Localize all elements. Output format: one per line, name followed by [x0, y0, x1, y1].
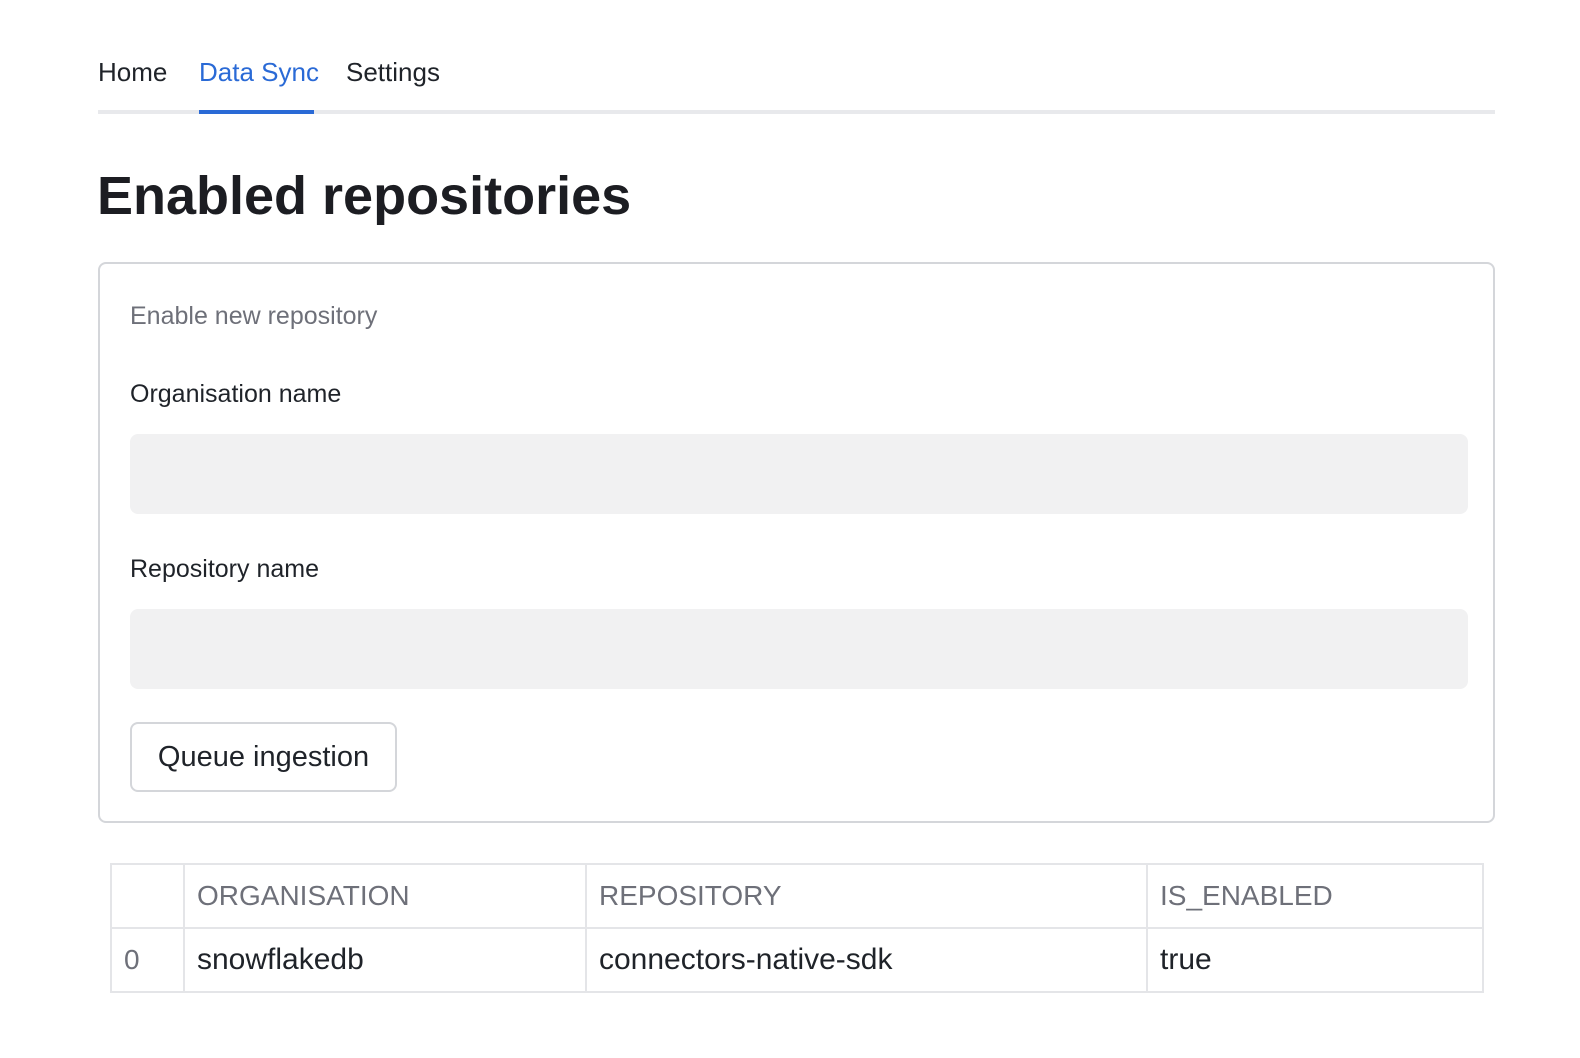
- repository-name-label: Repository name: [130, 555, 319, 583]
- repository-column-header[interactable]: REPOSITORY: [585, 863, 1148, 929]
- repository-cell[interactable]: connectors-native-sdk: [585, 927, 1148, 993]
- queue-ingestion-button[interactable]: Queue ingestion: [130, 722, 397, 792]
- tab-home[interactable]: Home: [98, 56, 167, 88]
- active-tab-indicator: [199, 110, 314, 114]
- organisation-cell[interactable]: snowflakedb: [183, 927, 587, 993]
- page-title: Enabled repositories: [97, 166, 632, 226]
- organisation-name-input[interactable]: [130, 434, 1468, 514]
- index-column-header[interactable]: [110, 863, 185, 929]
- tab-bar: Home Data Sync Settings: [98, 48, 1495, 115]
- organisation-name-label: Organisation name: [130, 380, 342, 408]
- tab-data-sync[interactable]: Data Sync: [199, 56, 319, 88]
- table-row: 0 snowflakedb connectors-native-sdk true: [110, 927, 1484, 993]
- repository-name-input[interactable]: [130, 609, 1468, 689]
- repositories-table: ORGANISATION REPOSITORY IS_ENABLED 0 sno…: [110, 863, 1484, 993]
- is-enabled-cell[interactable]: true: [1146, 927, 1484, 993]
- organisation-column-header[interactable]: ORGANISATION: [183, 863, 587, 929]
- tab-settings[interactable]: Settings: [346, 56, 440, 88]
- row-index-cell[interactable]: 0: [110, 927, 185, 993]
- enable-repository-form: Enable new repository Organisation name …: [98, 262, 1495, 823]
- form-title: Enable new repository: [130, 302, 378, 330]
- table-header-row: ORGANISATION REPOSITORY IS_ENABLED: [110, 863, 1484, 929]
- is-enabled-column-header[interactable]: IS_ENABLED: [1146, 863, 1484, 929]
